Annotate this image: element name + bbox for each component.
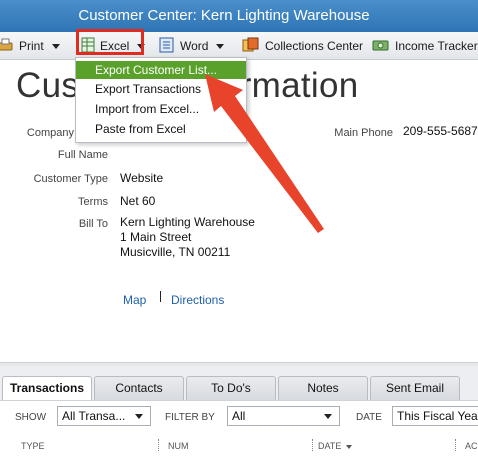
- tab-strip: Transactions Contacts To Do's Notes Sent…: [0, 366, 478, 401]
- transactions-table-header: TYPE NUM DATE AC: [0, 432, 478, 459]
- tab-transactions[interactable]: Transactions: [2, 376, 92, 401]
- filter-bar: SHOW All Transa... FILTER BY All DATE Th…: [0, 400, 478, 430]
- column-account[interactable]: AC: [465, 441, 478, 451]
- column-divider: [158, 439, 159, 451]
- column-divider: [455, 439, 456, 451]
- column-type[interactable]: TYPE: [21, 441, 45, 451]
- filter-by-select[interactable]: All: [227, 406, 340, 426]
- filter-by-select-value: All: [232, 409, 246, 423]
- date-label: DATE: [356, 412, 382, 423]
- column-num[interactable]: NUM: [168, 441, 189, 451]
- date-select[interactable]: This Fiscal Year: [392, 406, 478, 426]
- chevron-down-icon: [324, 414, 332, 419]
- tab-notes[interactable]: Notes: [278, 376, 368, 400]
- column-divider: [312, 439, 313, 451]
- column-date-label: DATE: [318, 441, 342, 451]
- sort-down-icon: [346, 444, 353, 449]
- column-date[interactable]: DATE: [318, 441, 353, 451]
- tab-to-dos[interactable]: To Do's: [186, 376, 276, 400]
- tab-sent-email[interactable]: Sent Email: [370, 376, 460, 400]
- tab-contacts[interactable]: Contacts: [94, 376, 184, 400]
- date-select-value: This Fiscal Year: [397, 409, 478, 423]
- show-select-value: All Transa...: [62, 409, 126, 423]
- filter-by-label: FILTER BY: [165, 412, 215, 423]
- show-select[interactable]: All Transa...: [57, 406, 151, 426]
- chevron-down-icon: [135, 414, 143, 419]
- show-label: SHOW: [15, 412, 47, 423]
